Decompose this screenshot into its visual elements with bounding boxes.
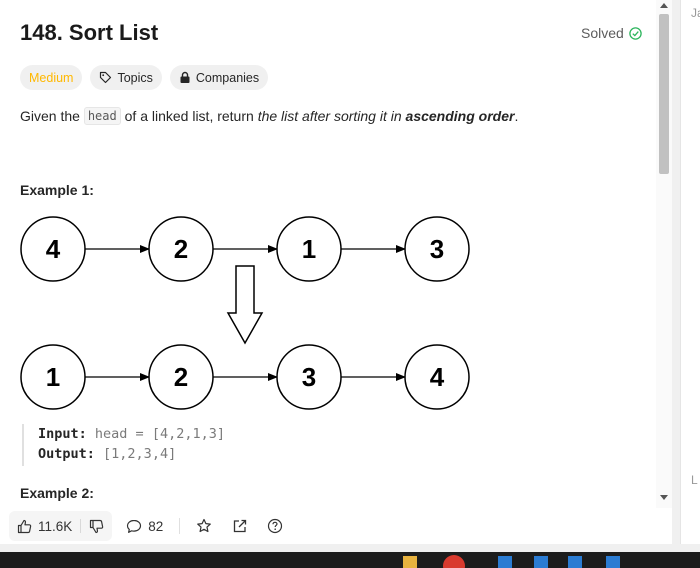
right-pane-top-text: Ja	[691, 6, 700, 20]
right-pane-bottom-text: L	[691, 473, 698, 487]
lock-icon	[179, 71, 191, 84]
vote-group: 11.6K	[9, 511, 113, 541]
input-node-value-0: 4	[46, 234, 61, 264]
output-node-value-3: 4	[430, 362, 445, 392]
output-node-value-1: 2	[174, 362, 188, 392]
input-node-value-3: 3	[430, 234, 444, 264]
app-icon-4[interactable]	[606, 556, 620, 568]
tag-icon	[99, 71, 112, 84]
comments-button[interactable]: 82	[126, 519, 163, 534]
tag-row: Medium Topics Companies	[20, 65, 269, 90]
desc-emphasis: the list after sorting it in	[257, 108, 406, 124]
folder-icon[interactable]	[403, 556, 417, 568]
scroll-up-arrow[interactable]	[660, 3, 668, 8]
input-value: head = [4,2,1,3]	[94, 426, 225, 442]
app-icon-3[interactable]	[568, 556, 582, 568]
topics-label: Topics	[117, 70, 153, 85]
scrollbar-thumb[interactable]	[659, 14, 669, 174]
topics-tag[interactable]: Topics	[90, 65, 162, 90]
problem-panel: 148. Sort List Solved Medium Topics Comp…	[0, 0, 672, 544]
example-1-heading: Example 1:	[20, 182, 94, 198]
input-node-value-2: 1	[302, 234, 316, 264]
output-node-value-2: 3	[302, 362, 316, 392]
comment-count: 82	[148, 518, 164, 534]
browser-icon[interactable]	[443, 555, 465, 568]
problem-title: 148. Sort List	[20, 20, 159, 45]
comment-icon	[126, 519, 142, 534]
star-icon[interactable]	[196, 518, 212, 534]
thumbs-up-icon[interactable]	[17, 519, 32, 534]
vote-divider	[80, 519, 82, 533]
right-pane-edge: Ja L	[680, 0, 700, 544]
difficulty-tag: Medium	[20, 65, 83, 90]
companies-label: Companies	[195, 70, 260, 85]
action-footer: 11.6K 82	[0, 508, 672, 544]
app-icon-2[interactable]	[534, 556, 548, 568]
desc-text-1: Given the	[20, 108, 84, 124]
vertical-scrollbar[interactable]	[656, 0, 672, 508]
output-list-row: 1 2 3 4	[20, 344, 470, 410]
output-label: Output:	[38, 446, 95, 462]
desc-end: .	[514, 108, 519, 124]
example-1-io: Input: head = [4,2,1,3] Output: [1,2,3,4…	[22, 424, 225, 466]
companies-tag[interactable]: Companies	[169, 65, 269, 90]
transform-arrow	[226, 265, 264, 345]
share-icon[interactable]	[232, 518, 248, 534]
output-node-value-0: 1	[46, 362, 60, 392]
footer-divider	[179, 518, 181, 534]
example-1-input-line: Input: head = [4,2,1,3]	[38, 424, 225, 444]
example-1-output-line: Output: [1,2,3,4]	[38, 444, 225, 464]
desc-code-head: head	[83, 107, 121, 125]
problem-content: 148. Sort List Solved Medium Topics Comp…	[0, 0, 656, 508]
help-icon[interactable]	[267, 518, 283, 534]
example-2-heading: Example 2:	[20, 485, 94, 501]
solved-label: Solved	[581, 25, 624, 41]
like-count: 11.6K	[38, 518, 73, 534]
desc-text-2: of a linked list, return	[120, 108, 258, 124]
scroll-down-arrow[interactable]	[660, 495, 668, 500]
input-node-value-1: 2	[174, 234, 188, 264]
thumbs-down-icon[interactable]	[89, 519, 104, 534]
desc-strong: ascending order	[405, 108, 515, 124]
solved-status: Solved	[581, 25, 642, 41]
check-circle-icon	[629, 26, 642, 40]
linked-list-diagram: 4 2 1 3 1 2 3 4	[20, 216, 470, 410]
output-value: [1,2,3,4]	[103, 446, 177, 462]
os-taskbar	[0, 552, 700, 568]
difficulty-label: Medium	[29, 70, 74, 85]
input-label: Input:	[38, 426, 87, 442]
app-icon[interactable]	[498, 556, 512, 568]
problem-description: Given the head of a linked list, return …	[20, 107, 518, 125]
